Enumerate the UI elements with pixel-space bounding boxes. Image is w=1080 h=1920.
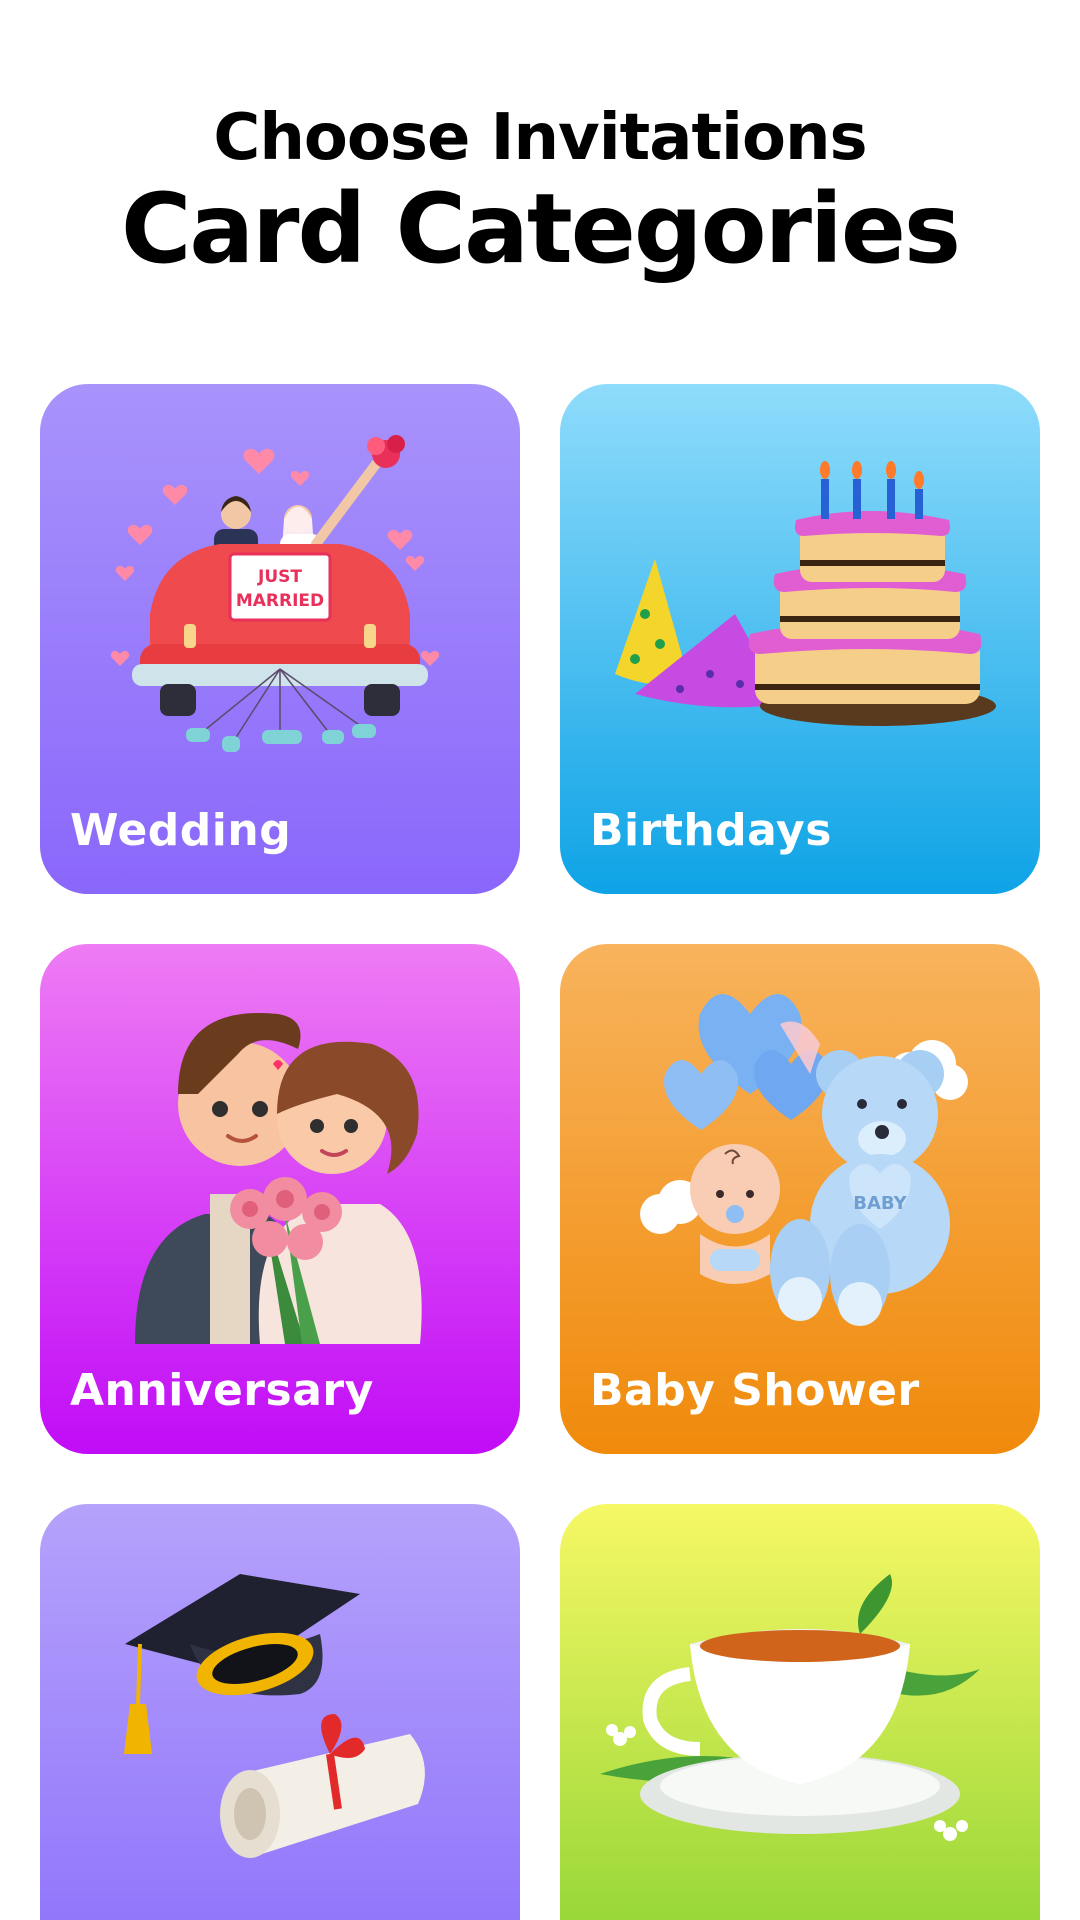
category-card-graduation[interactable] <box>40 1504 520 1920</box>
birthday-cake-icon <box>615 461 996 726</box>
graduation-cap-icon <box>124 1574 425 1858</box>
category-label-birthdays: Birthdays <box>590 805 832 856</box>
category-label-baby-shower: Baby Shower <box>590 1365 920 1416</box>
wedding-car-icon: JUST MARRIED <box>110 435 440 752</box>
couple-icon <box>135 1013 422 1344</box>
category-card-wedding[interactable]: JUST MARRIED Wedding <box>40 384 520 894</box>
category-label-wedding: Wedding <box>70 805 292 856</box>
page-subtitle: Choose Invitations <box>213 101 867 175</box>
wedding-sign-line2: MARRIED <box>236 591 324 611</box>
category-label-anniversary: Anniversary <box>70 1365 374 1416</box>
page-header: Choose Invitations Card Categories <box>0 96 1080 284</box>
tea-cup-icon <box>600 1574 980 1841</box>
category-card-birthdays[interactable]: Birthdays <box>560 384 1040 894</box>
category-card-baby-shower[interactable]: BABY Baby Shower <box>560 944 1040 1454</box>
teddy-bear-baby-icon: BABY <box>640 994 968 1326</box>
wedding-sign-line1: JUST <box>257 567 302 587</box>
category-card-anniversary[interactable]: Anniversary <box>40 944 520 1454</box>
page-title: Card Categories <box>120 173 961 285</box>
bear-heart-text: BABY <box>853 1193 907 1214</box>
category-card-tea[interactable] <box>560 1504 1040 1920</box>
